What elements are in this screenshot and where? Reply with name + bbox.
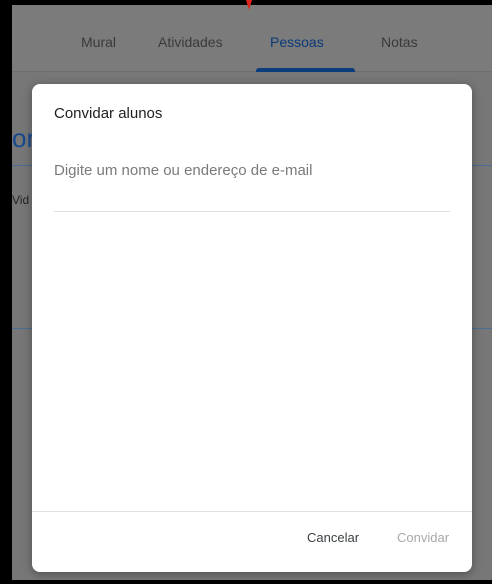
cancel-button[interactable]: Cancelar <box>307 530 359 545</box>
tab-notas[interactable]: Notas <box>381 34 418 50</box>
tab-atividades[interactable]: Atividades <box>158 34 223 50</box>
invite-email-input[interactable] <box>54 160 450 212</box>
background-text-fragment: Vid <box>12 193 30 207</box>
dialog-title: Convidar alunos <box>54 105 163 122</box>
app-frame: Mural Atividades Pessoas Notas or Vid Co… <box>0 0 492 584</box>
invite-button[interactable]: Convidar <box>397 530 449 545</box>
tab-pessoas[interactable]: Pessoas <box>270 34 324 50</box>
invite-students-dialog: Convidar alunos Cancelar Convidar <box>32 84 472 572</box>
tab-mural[interactable]: Mural <box>81 34 116 50</box>
top-navigation: Mural Atividades Pessoas Notas <box>12 5 492 72</box>
active-tab-indicator <box>256 68 355 72</box>
dialog-footer-divider <box>32 511 472 512</box>
